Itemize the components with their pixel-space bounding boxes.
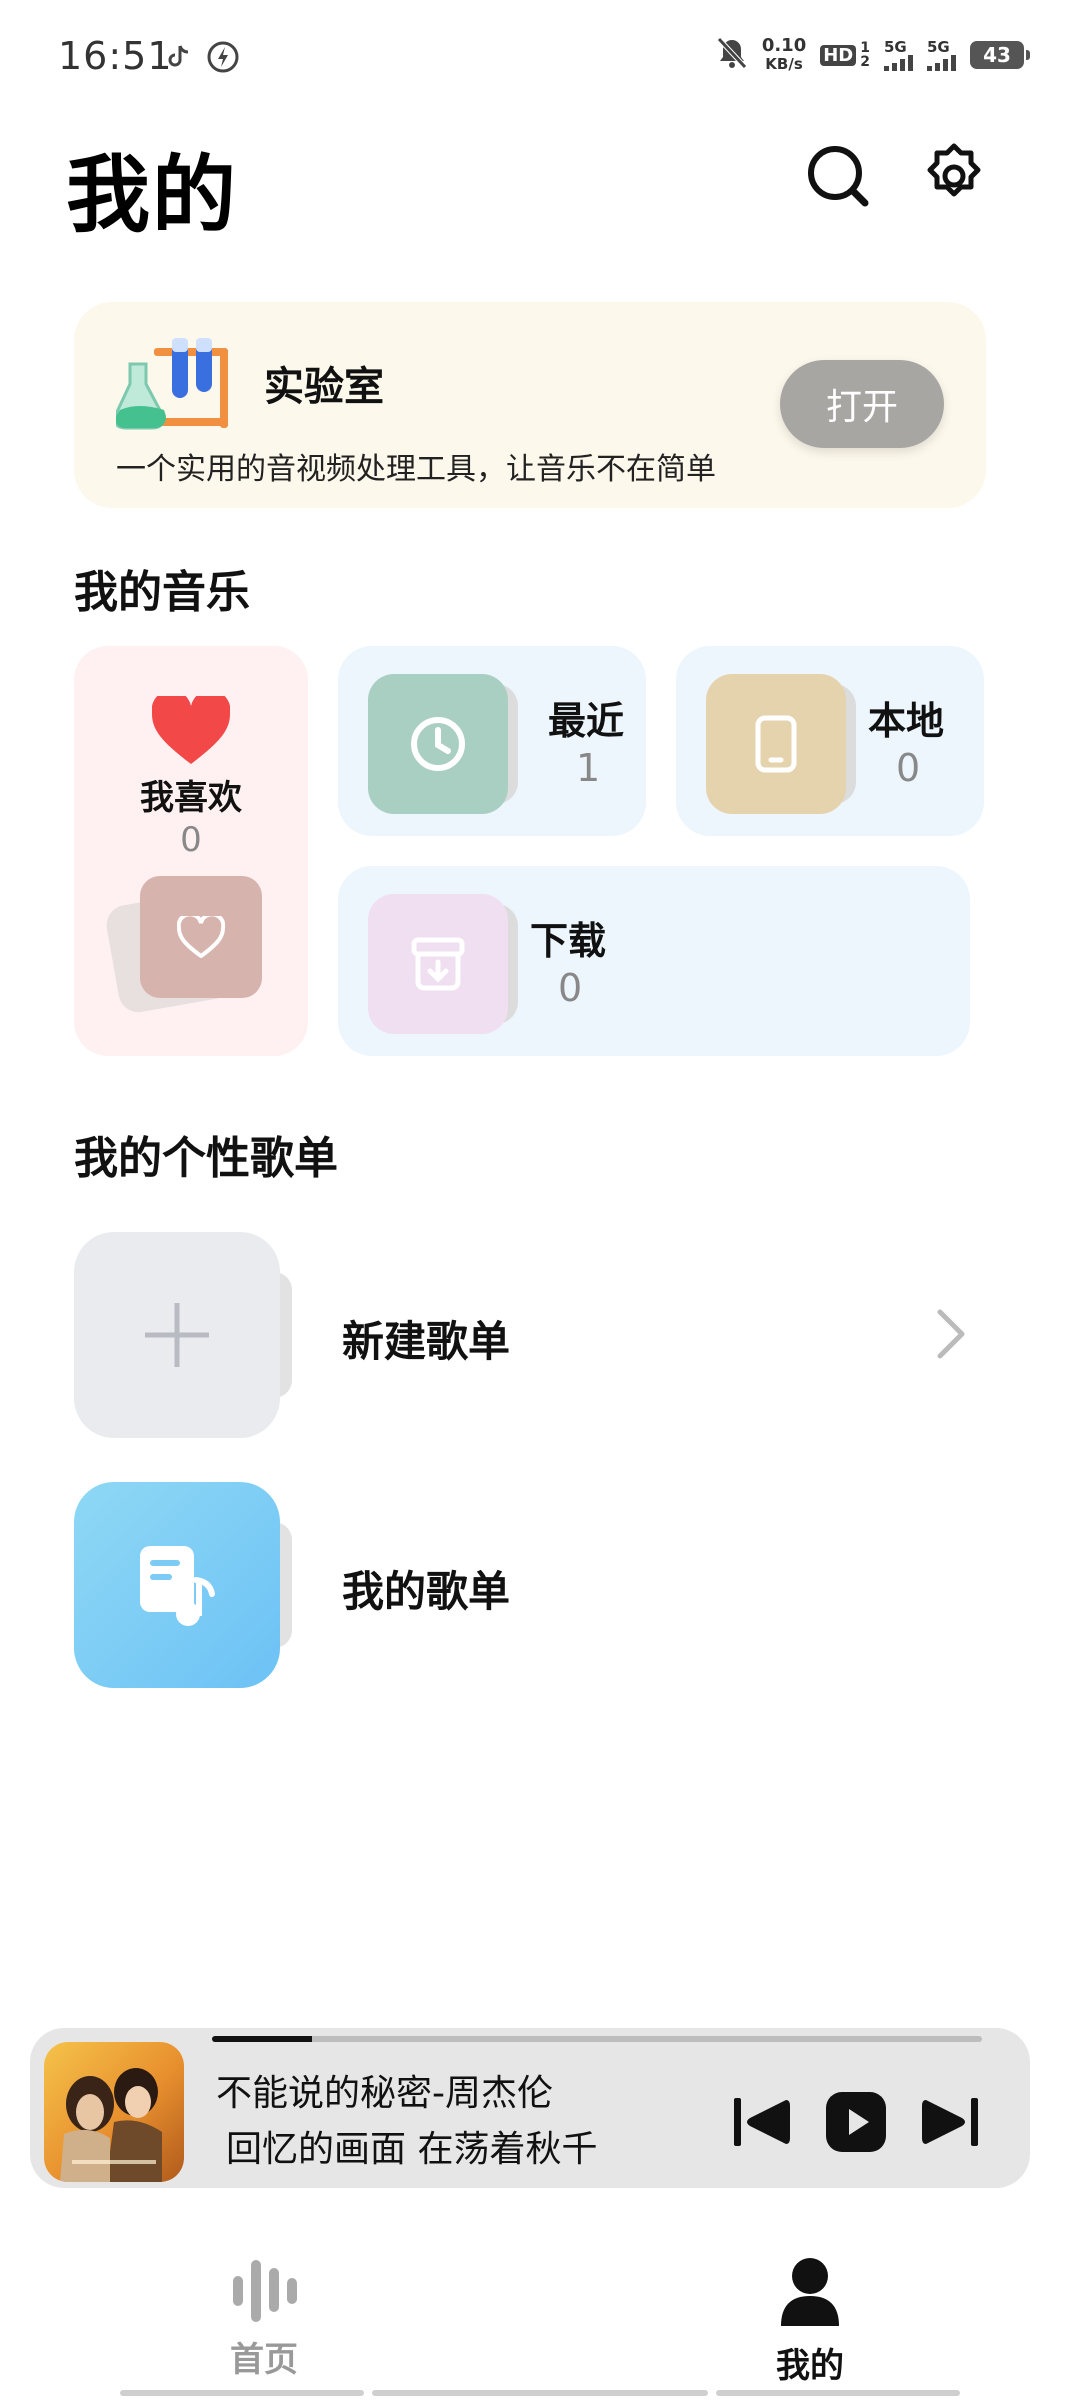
previous-button[interactable] [730,2090,794,2154]
lab-flask-icon [113,334,236,434]
favorites-count: 0 [180,820,202,860]
battery-icon: 43 [970,41,1030,69]
play-button[interactable] [824,2090,888,2154]
local-count: 0 [896,746,921,790]
favorites-cover [140,876,262,998]
music-note-doc-icon [140,1546,215,1626]
charging-icon [206,40,240,78]
lab-open-button[interactable]: 打开 [780,360,944,448]
my-playlist-row[interactable]: 我的歌单 [74,1482,1014,1688]
clock-icon [411,717,465,771]
network1-label: 5G [884,37,907,56]
mini-player[interactable]: 不能说的秘密-周杰伦 回忆的画面 在荡着秋千 [30,2028,1030,2188]
heart-icon [151,690,231,770]
net-speed-unit: KB/s [765,55,803,73]
download-box-icon [411,937,465,991]
song-title: 不能说的秘密-周杰伦 [216,2073,553,2114]
nav-home-label: 首页 [230,2340,298,2380]
play-icon [826,2092,886,2152]
net-speed: 0.10 KB/s [761,35,807,74]
net-speed-value: 0.10 [761,35,807,56]
signal-bars-icon [884,54,913,71]
album-cover[interactable] [44,2042,184,2182]
my-playlist-label: 我的歌单 [342,1567,511,1616]
nav-divider [372,2390,708,2396]
chevron-right-icon [918,1304,978,1364]
status-bar: 16:51 0.10 KB/s HD 1 2 5G 5G 43 [0,0,1080,110]
network2-label: 5G [927,37,950,56]
local-tile[interactable]: 本地 0 [676,646,984,836]
new-playlist-cover [74,1232,280,1438]
skip-previous-icon [734,2098,790,2146]
nav-mine-label: 我的 [776,2346,844,2386]
heart-outline-icon [177,916,225,958]
status-time: 16:51 [58,34,173,78]
next-button[interactable] [918,2090,982,2154]
sim2-label: 2 [860,54,870,70]
lab-title: 实验室 [264,364,384,410]
new-playlist-row[interactable]: 新建歌单 [74,1232,1014,1438]
download-label: 下载 [530,919,607,963]
status-right-icons: 0.10 KB/s HD 1 2 5G 5G 43 [716,35,1030,74]
song-lyric: 回忆的画面 在荡着秋千 [226,2129,598,2170]
recent-tile[interactable]: 最近 1 [338,646,646,836]
download-count: 0 [558,966,583,1010]
download-cover [368,894,508,1034]
user-icon [781,2258,839,2326]
lab-description: 一个实用的音视频处理工具，让音乐不在简单 [116,452,716,487]
search-icon [808,146,869,207]
recent-count: 1 [576,746,601,790]
nav-mine[interactable]: 我的 [710,2256,910,2396]
search-button[interactable] [802,140,874,212]
playlists-title: 我的个性歌单 [74,1133,338,1184]
player-progress-fill [212,2036,313,2042]
nav-divider [716,2390,960,2396]
recent-label: 最近 [548,699,625,743]
settings-button[interactable] [918,140,990,212]
recent-cover [368,674,508,814]
gear-icon [927,143,981,197]
favorites-label: 我喜欢 [140,778,242,818]
my-music-title: 我的音乐 [74,567,250,618]
download-tile[interactable]: 下载 0 [338,866,970,1056]
skip-next-icon [922,2098,978,2146]
nav-home[interactable]: 首页 [164,2256,364,2396]
new-playlist-label: 新建歌单 [342,1317,511,1366]
signal-2: 5G [927,37,956,71]
player-progress-bar[interactable] [212,2036,982,2042]
signal-1: 5G [884,37,913,71]
local-cover [706,674,846,814]
my-playlist-cover [74,1482,280,1688]
favorites-tile[interactable]: 我喜欢 0 [74,646,308,1056]
tiktok-icon [168,44,190,74]
lab-card[interactable]: 实验室 一个实用的音视频处理工具，让音乐不在简单 打开 [74,302,986,508]
signal-bars-icon [927,54,956,71]
mute-bell-icon [716,36,748,74]
sim-indicator: 1 2 [860,41,870,69]
page-title: 我的 [66,146,239,244]
phone-icon [755,715,797,773]
plus-icon [145,1303,209,1367]
equalizer-icon [233,2260,297,2322]
hd-badge: HD [820,44,857,66]
status-left-icons [168,40,240,78]
nav-divider [120,2390,364,2396]
sim1-label: 1 [860,40,870,56]
local-label: 本地 [868,699,945,743]
